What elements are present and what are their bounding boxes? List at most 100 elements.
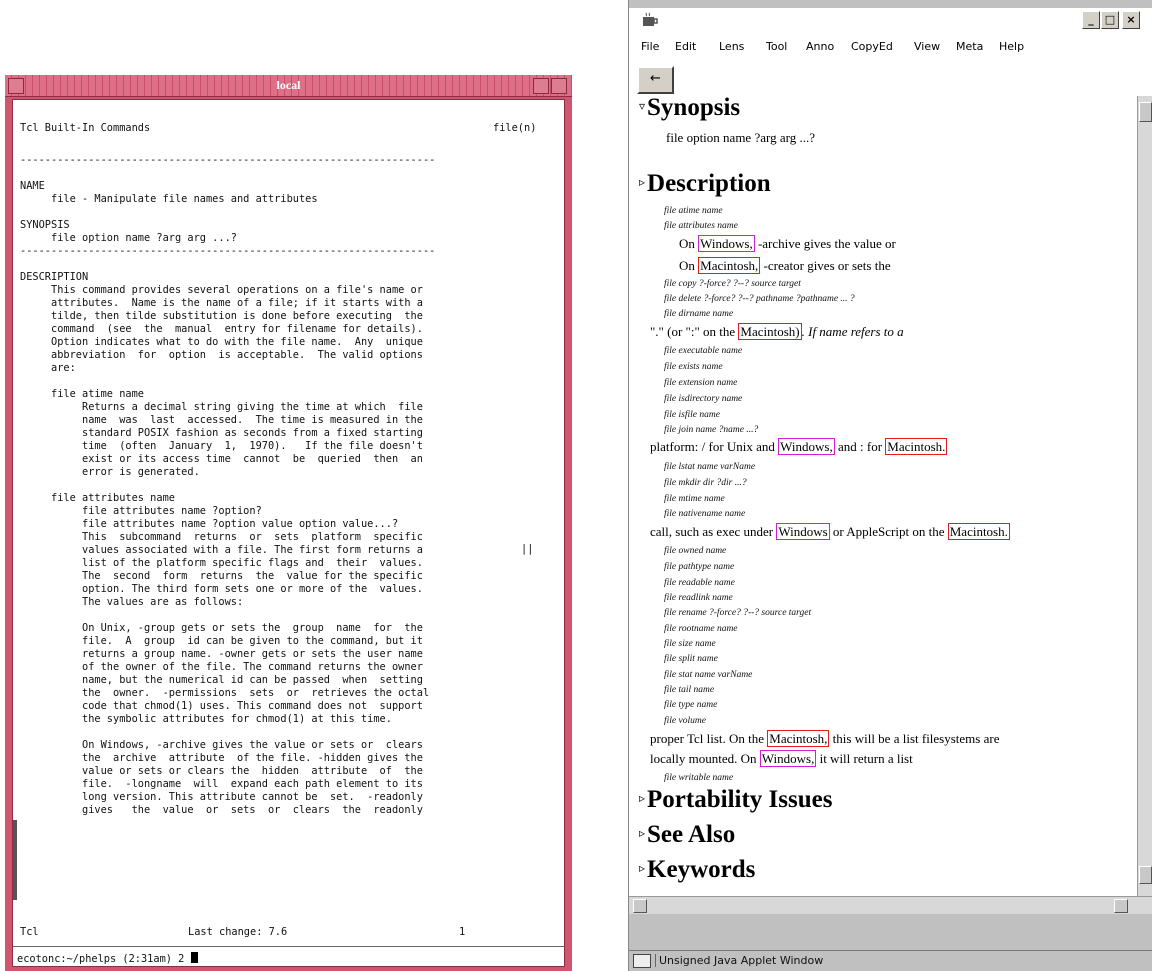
scroll-indicator[interactable] — [13, 820, 17, 900]
back-button[interactable]: ← — [637, 66, 674, 94]
man-line — [20, 609, 435, 622]
item-size[interactable]: file size name — [664, 639, 716, 649]
man-line: standard POSIX fashion as seconds from a… — [20, 427, 423, 439]
section-see-also[interactable]: ▹See Also — [639, 821, 735, 849]
man-line: file attributes name ?option value optio… — [20, 518, 399, 530]
terminal-titlebar[interactable]: local — [5, 75, 572, 97]
section-portability[interactable]: ▹Portability Issues — [639, 786, 832, 814]
man-line: of the owner of the file. The command re… — [20, 661, 423, 673]
item-readable[interactable]: file readable name — [664, 578, 735, 588]
link-macintosh[interactable]: Macintosh. — [885, 438, 948, 455]
man-line: On Windows, -archive gives the value or … — [20, 739, 423, 751]
link-windows[interactable]: Windows, — [778, 438, 835, 455]
link-windows[interactable]: Windows, — [759, 750, 817, 767]
coffee-cup-icon — [643, 12, 658, 26]
item-rootname[interactable]: file rootname name — [664, 624, 738, 634]
man-header-right: file(n) — [493, 122, 537, 134]
man-line: gives the value or sets or clears the re… — [20, 804, 423, 816]
status-bar: Unsigned Java Applet Window — [629, 950, 1152, 971]
item-mtime[interactable]: file mtime name — [664, 494, 725, 504]
menu-bar: File Edit Lens Tool Anno CopyEd View Met… — [629, 34, 1152, 60]
man-line: attributes. Name is the name of a file; … — [20, 297, 423, 309]
scroll-left-button[interactable] — [633, 899, 647, 913]
item-tail[interactable]: file tail name — [664, 685, 714, 695]
applet-window: _ □ × File Edit Lens Tool Anno CopyEd Vi… — [628, 0, 1152, 971]
link-macintosh[interactable]: Macintosh) — [738, 323, 802, 340]
scroll-right-button[interactable] — [1114, 899, 1128, 913]
menu-meta[interactable]: Meta — [956, 40, 983, 53]
section-synopsis[interactable]: ▿Synopsis — [639, 96, 740, 122]
terminal-screen[interactable]: Tcl Built-In Commands file(n) ----------… — [12, 99, 565, 967]
item-atime[interactable]: file atime name — [664, 206, 723, 216]
item-volume[interactable]: file volume — [664, 716, 706, 726]
menu-copyed[interactable]: CopyEd — [851, 40, 893, 53]
expand-triangle-icon[interactable]: ▹ — [639, 175, 645, 189]
item-owned[interactable]: file owned name — [664, 546, 726, 556]
item-executable[interactable]: file executable name — [664, 346, 742, 356]
item-type[interactable]: file type name — [664, 700, 717, 710]
man-line: file atime name — [20, 388, 144, 400]
item-nativename[interactable]: file nativename name — [664, 509, 745, 519]
section-keywords[interactable]: ▹Keywords — [639, 856, 755, 884]
menu-file[interactable]: File — [641, 40, 659, 53]
man-line: The values are as follows: — [20, 596, 244, 608]
man-line: error is generated. — [20, 466, 200, 478]
menu-anno[interactable]: Anno — [806, 40, 834, 53]
item-readlink[interactable]: file readlink name — [664, 593, 733, 603]
document-view[interactable]: ▿Synopsis file option name ?arg arg ...?… — [629, 96, 1137, 896]
collapse-triangle-icon[interactable]: ▿ — [639, 99, 645, 113]
man-line: Option indicates what to do with the fil… — [20, 336, 423, 348]
man-line: values associated with a file. The first… — [20, 544, 423, 556]
scroll-down-button[interactable] — [1139, 866, 1152, 884]
menu-edit[interactable]: Edit — [675, 40, 696, 53]
man-line: long version. This attribute cannot be s… — [20, 791, 423, 803]
link-macintosh[interactable]: Macintosh, — [698, 257, 761, 274]
applet-titlebar[interactable]: _ □ × — [629, 8, 1152, 34]
link-macintosh[interactable]: Macintosh. — [947, 523, 1010, 540]
item-copy[interactable]: file copy ?-force? ?--? source target — [664, 279, 801, 289]
item-extension[interactable]: file extension name — [664, 378, 737, 388]
item-exists[interactable]: file exists name — [664, 362, 723, 372]
menu-tool[interactable]: Tool — [766, 40, 787, 53]
minimize-button[interactable]: _ — [1082, 11, 1100, 29]
link-windows[interactable]: Windows, — [698, 235, 755, 252]
maximize-button[interactable]: □ — [1101, 11, 1119, 29]
scroll-up-button[interactable] — [1139, 102, 1152, 122]
menu-lens[interactable]: Lens — [719, 40, 744, 53]
shell-prompt[interactable]: ecotonc:~/phelps (2:31am) 2 — [17, 952, 198, 966]
item-rename[interactable]: file rename ?-force? ?--? source target — [664, 608, 811, 618]
item-writable[interactable]: file writable name — [664, 773, 733, 783]
menu-view[interactable]: View — [914, 40, 940, 53]
link-windows[interactable]: Windows — [776, 523, 830, 540]
man-line — [20, 479, 435, 492]
man-page-body: NAME file - Manipulate file names and at… — [20, 180, 435, 817]
item-isfile[interactable]: file isfile name — [664, 410, 720, 420]
item-lstat[interactable]: file lstat name varName — [664, 462, 755, 472]
close-button[interactable]: × — [1122, 11, 1140, 29]
expand-triangle-icon[interactable]: ▹ — [639, 791, 645, 805]
item-join[interactable]: file join name ?name ...? — [664, 425, 758, 435]
item-isdirectory[interactable]: file isdirectory name — [664, 394, 742, 404]
prompt-divider — [13, 946, 564, 947]
item-attributes[interactable]: file attributes name — [664, 221, 738, 231]
para-volume-windows: locally mounted. On Windows, it will ret… — [650, 750, 913, 767]
item-mkdir[interactable]: file mkdir dir ?dir ...? — [664, 478, 747, 488]
section-description[interactable]: ▹Description — [639, 170, 771, 198]
expand-triangle-icon[interactable]: ▹ — [639, 826, 645, 840]
link-macintosh[interactable]: Macintosh, — [767, 730, 830, 747]
man-line: ----------------------------------------… — [20, 245, 436, 257]
item-split[interactable]: file split name — [664, 654, 718, 664]
menu-help[interactable]: Help — [999, 40, 1024, 53]
expand-triangle-icon[interactable]: ▹ — [639, 861, 645, 875]
item-stat[interactable]: file stat name varName — [664, 670, 752, 680]
item-pathtype[interactable]: file pathtype name — [664, 562, 734, 572]
horizontal-scrollbar[interactable] — [629, 896, 1152, 914]
man-line: time (often January 1, 1970). If the fil… — [20, 440, 423, 452]
man-line — [20, 206, 435, 219]
minimize-button[interactable] — [533, 78, 549, 94]
item-delete[interactable]: file delete ?-force? ?--? pathname ?path… — [664, 294, 855, 304]
item-dirname[interactable]: file dirname name — [664, 309, 733, 319]
maximize-button[interactable] — [551, 78, 567, 94]
man-line: name, but the numerical id can be passed… — [20, 674, 423, 686]
vertical-scrollbar[interactable] — [1137, 96, 1152, 896]
